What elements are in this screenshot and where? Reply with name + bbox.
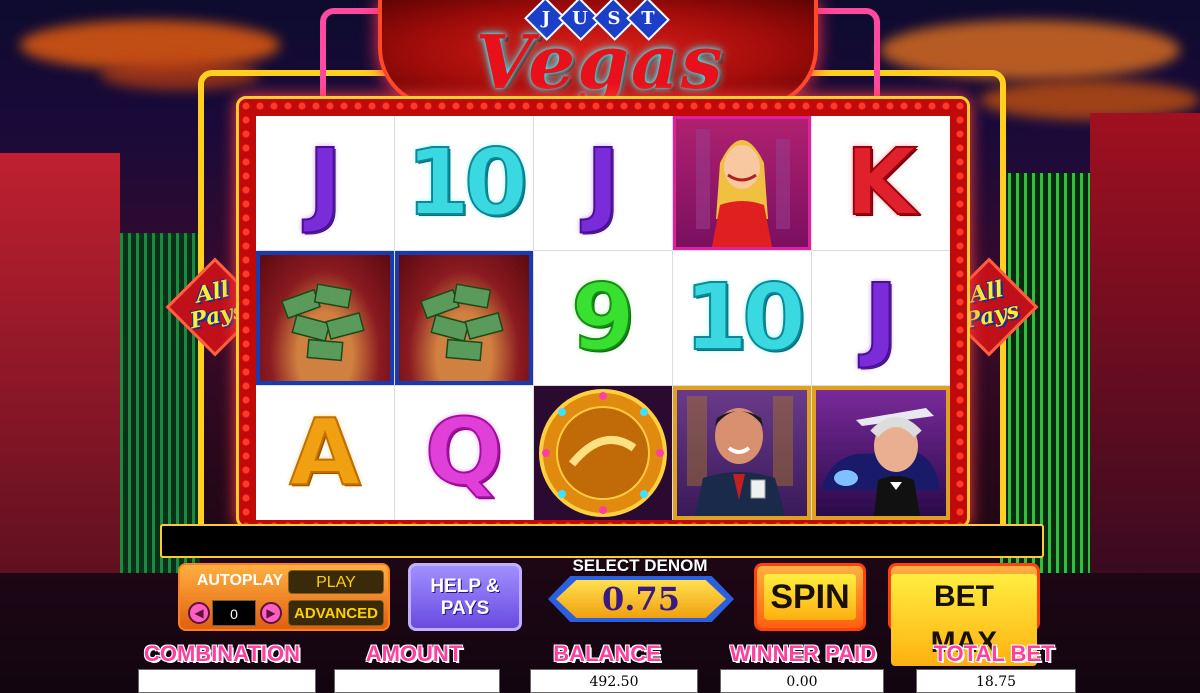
money-stack-icon [280,283,365,362]
reel-symbol-a: A [256,386,394,520]
total-bet-label: TOTAL BET [933,641,1055,666]
combination-value [138,669,316,693]
reel-symbol-9: 9 [534,251,672,385]
help-line2: PAYS [440,598,490,619]
autoplay-increase-button[interactable]: ▶ [260,602,282,624]
total-bet-value: 18.75 [916,669,1076,693]
reel-symbol-10: 10 [395,116,533,250]
man-picture [673,386,811,520]
autoplay-label: AUTOPLAY [196,572,284,589]
balance-value: 492.50 [530,669,698,693]
autoplay-advanced-button[interactable]: ADVANCED [288,600,384,626]
winner-paid-label: WINNER PAID [729,641,877,666]
lady-picture [673,116,811,250]
symbol-text: K [844,129,917,236]
building [1000,173,1090,573]
combination-label: COMBINATION [143,641,301,666]
autoplay-decrease-button[interactable]: ◀ [188,602,210,624]
man-with-drink-icon [687,396,793,516]
symbol-text: 9 [570,264,636,371]
balance-label: BALANCE [553,641,661,666]
right-arrow-icon: ▶ [266,606,276,620]
reel-symbol-j: J [534,116,672,250]
spin-label: SPIN [764,574,856,620]
reel-symbol-money [395,251,533,385]
help-line1: HELP & [430,576,500,597]
left-arrow-icon: ◀ [194,606,204,620]
help-pays-button[interactable]: HELP & PAYS [408,563,522,631]
lady-icon [696,129,790,247]
symbol-text: J [863,264,899,371]
vegas-coin-picture [534,386,672,520]
autoplay-play-button[interactable]: PLAY [288,570,384,594]
autoplay-count-field[interactable]: 0 [212,600,256,626]
reel-grid: J 10 J K 9 10 J A Q [256,116,950,520]
money-picture [395,251,533,385]
reel-symbol-money [256,251,394,385]
limo-picture [812,386,950,520]
amount-value [334,669,500,693]
reel-symbol-limo [812,386,950,520]
select-denom-label: SELECT DENOM [572,556,708,575]
reel-symbol-10: 10 [673,251,811,385]
money-picture [256,251,394,385]
limo-man-icon [822,408,940,516]
reel-symbol-vegas-coin [534,386,672,520]
symbol-text: Q [424,399,504,506]
money-stack-icon [419,283,504,362]
reel-symbol-q: Q [395,386,533,520]
game-title: Vegas [475,20,725,106]
building [1090,113,1200,573]
message-bar [160,524,1044,558]
spin-button[interactable]: SPIN [754,563,866,631]
reel-symbol-man [673,386,811,520]
symbol-text: J [307,129,343,236]
autoplay-panel: AUTOPLAY PLAY ◀ 0 ▶ ADVANCED [178,563,390,631]
reel-symbol-j: J [256,116,394,250]
reel-symbol-j: J [812,251,950,385]
amount-label: AMOUNT [365,641,463,666]
bet-max-button[interactable]: BET MAX [888,563,1040,666]
symbol-text: J [585,129,621,236]
denom-selector[interactable]: 0.75 [556,580,726,618]
symbol-text: 10 [405,129,529,236]
winner-paid-value: 0.00 [720,669,884,693]
symbol-text: A [288,399,361,506]
reel-symbol-k: K [812,116,950,250]
building [0,153,120,573]
reel-symbol-lady [673,116,811,250]
symbol-text: 10 [683,264,807,371]
vegas-coin-icon [539,389,667,517]
